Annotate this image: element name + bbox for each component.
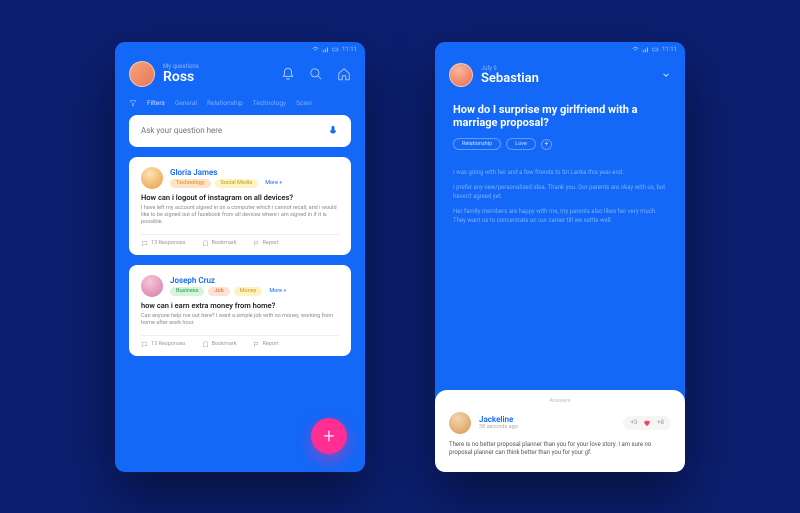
header: My questions Ross bbox=[115, 55, 365, 95]
tag[interactable]: Job bbox=[208, 287, 229, 296]
status-bar: 11:11 bbox=[435, 42, 685, 55]
tag-more[interactable]: More + bbox=[266, 287, 289, 295]
chevron-down-icon[interactable] bbox=[661, 70, 671, 80]
card-avatar[interactable] bbox=[141, 167, 163, 189]
card-avatar[interactable] bbox=[141, 275, 163, 297]
bookmark-button[interactable]: Bookmark bbox=[202, 240, 237, 247]
bookmark-button[interactable]: Bookmark bbox=[202, 341, 237, 348]
question-tag[interactable]: Relationship bbox=[453, 138, 501, 150]
phone-screen-feed: 11:11 My questions Ross Filters General … bbox=[115, 42, 365, 472]
card-username[interactable]: Gloria James bbox=[170, 168, 285, 177]
question-card[interactable]: Joseph Cruz Business Job Money More + ho… bbox=[129, 265, 351, 356]
card-username[interactable]: Joseph Cruz bbox=[170, 276, 289, 285]
answer-time: 38 seconds ago bbox=[479, 424, 518, 430]
home-icon[interactable] bbox=[337, 67, 351, 81]
user-avatar[interactable] bbox=[129, 61, 155, 87]
mic-icon[interactable] bbox=[327, 125, 339, 137]
question-block: How do I surprise my girlfriend with a m… bbox=[435, 97, 685, 161]
flag-icon bbox=[253, 240, 260, 247]
heart-icon bbox=[643, 419, 651, 427]
report-button[interactable]: Report bbox=[253, 341, 279, 348]
header-username: Ross bbox=[163, 70, 273, 84]
reaction-pill[interactable]: +3 +8 bbox=[623, 416, 671, 430]
comment-icon bbox=[141, 240, 148, 247]
report-button[interactable]: Report bbox=[253, 240, 279, 247]
filter-tab[interactable]: Relationship bbox=[207, 99, 243, 107]
wifi-icon bbox=[312, 46, 319, 53]
battery-icon bbox=[332, 46, 339, 53]
question-description: I was going with her and a few friends t… bbox=[435, 160, 685, 239]
search-icon[interactable] bbox=[309, 67, 323, 81]
tag[interactable]: Social Media bbox=[215, 179, 259, 188]
question-tag[interactable]: Love bbox=[506, 138, 536, 150]
answer-card: Answers Jackeline 38 seconds ago +3 +8 T… bbox=[435, 390, 685, 472]
search-box[interactable] bbox=[129, 115, 351, 147]
answer-body: There is no better proposal planner than… bbox=[449, 441, 671, 458]
flag-icon bbox=[253, 341, 260, 348]
card-question: how can i earn extra money from home? bbox=[141, 301, 339, 310]
answers-label: Answers bbox=[449, 398, 671, 404]
detail-header: July 9 Sebastian bbox=[435, 55, 685, 97]
tag-more[interactable]: More + bbox=[262, 179, 285, 187]
filter-row: Filters General Relationship Technology … bbox=[115, 95, 365, 115]
question-title: How do I surprise my girlfriend with a m… bbox=[453, 103, 667, 131]
bookmark-icon bbox=[202, 341, 209, 348]
filter-tab[interactable]: General bbox=[175, 99, 197, 107]
filter-tab[interactable]: Scien bbox=[296, 99, 312, 107]
tag[interactable]: Technology bbox=[170, 179, 211, 188]
tag[interactable]: Business bbox=[170, 287, 204, 296]
signal-icon bbox=[322, 46, 329, 53]
card-body: Can anyone help me out here? I want a si… bbox=[141, 313, 339, 328]
bookmark-icon bbox=[202, 240, 209, 247]
filter-label[interactable]: Filters bbox=[147, 99, 165, 107]
status-time: 11:11 bbox=[342, 46, 357, 53]
filter-icon[interactable] bbox=[129, 99, 137, 107]
card-question: How can i logout of instagram on all dev… bbox=[141, 193, 339, 202]
add-tag-button[interactable]: + bbox=[541, 139, 552, 150]
author-name: Sebastian bbox=[481, 72, 539, 85]
responses-button[interactable]: 13 Responses bbox=[141, 341, 186, 348]
responses-button[interactable]: 13 Responses bbox=[141, 240, 186, 247]
author-avatar[interactable] bbox=[449, 63, 473, 87]
comment-icon bbox=[141, 341, 148, 348]
add-question-fab[interactable]: + bbox=[311, 418, 347, 454]
filter-tab[interactable]: Technology bbox=[253, 99, 286, 107]
card-body: I have left my account signed in on a co… bbox=[141, 205, 339, 227]
question-card[interactable]: Gloria James Technology Social Media Mor… bbox=[129, 157, 351, 255]
answer-username[interactable]: Jackeline bbox=[479, 415, 518, 424]
status-time: 11:11 bbox=[662, 46, 677, 53]
user-block: My questions Ross bbox=[163, 63, 273, 84]
signal-icon bbox=[642, 46, 649, 53]
tag[interactable]: Money bbox=[234, 287, 263, 296]
status-bar: 11:11 bbox=[115, 42, 365, 55]
answer-avatar[interactable] bbox=[449, 412, 471, 434]
battery-icon bbox=[652, 46, 659, 53]
phone-screen-detail: 11:11 July 9 Sebastian How do I surprise… bbox=[435, 42, 685, 472]
bell-icon[interactable] bbox=[281, 67, 295, 81]
search-input[interactable] bbox=[141, 126, 327, 135]
wifi-icon bbox=[632, 46, 639, 53]
